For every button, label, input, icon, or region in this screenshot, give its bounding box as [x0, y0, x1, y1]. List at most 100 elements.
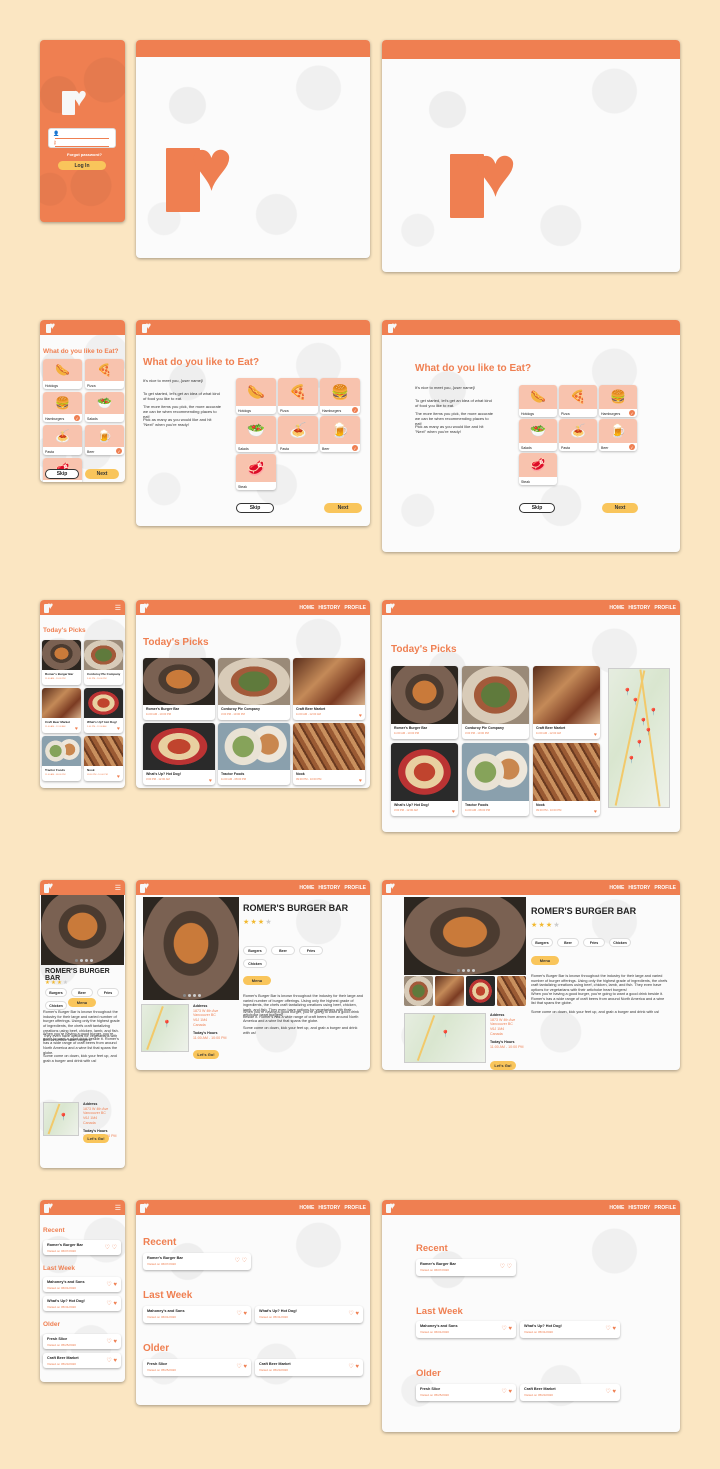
- restaurant-card[interactable]: What's Up? Hot Dog! 3:00 PM - 12:00 AM ♥: [391, 743, 458, 816]
- nav-profile[interactable]: PROFILE: [654, 605, 676, 611]
- restaurant-card[interactable]: Craft Beer Market 11:00 AM - 12:00 AM ♥: [533, 666, 600, 739]
- app-logo[interactable]: ♥: [44, 1201, 53, 1213]
- food-tile-steak[interactable]: 🥩 Steak: [519, 453, 557, 485]
- food-tile-hamburgers[interactable]: 🍔 Hamburgers ✓: [599, 385, 637, 417]
- history-item[interactable]: What's Up? Hot Dog! Visited on 05/31/2020…: [520, 1321, 620, 1338]
- history-actions[interactable]: ♡ ♥: [236, 1310, 247, 1317]
- history-actions[interactable]: ♡ ♡: [500, 1263, 512, 1270]
- app-logo[interactable]: ♥: [386, 601, 395, 613]
- restaurant-card[interactable]: What's Up? Hot Dog! 3:00 PM - 12:00 AM ♥: [143, 723, 215, 785]
- carousel-dots[interactable]: [183, 994, 201, 997]
- nav-profile[interactable]: PROFILE: [654, 885, 676, 891]
- food-tile-pasta[interactable]: 🍝 Pasta: [278, 416, 318, 452]
- restaurant-card[interactable]: Tractor Foods 11:00 AM - 08:00 PM: [462, 743, 529, 816]
- heart-icon[interactable]: ♥: [452, 809, 455, 815]
- app-logo[interactable]: ♥: [62, 84, 87, 115]
- nav-history[interactable]: HISTORY: [318, 1205, 340, 1211]
- food-tile-hamburgers[interactable]: 🍔 Hamburgers ✓: [43, 392, 82, 422]
- heart-icon[interactable]: ♥: [359, 713, 362, 719]
- history-actions[interactable]: ♡ ♡: [235, 1257, 247, 1264]
- food-tile-beer[interactable]: 🍺 Beer ✓: [320, 416, 360, 452]
- lets-go-button[interactable]: Let's Go!: [83, 1134, 109, 1143]
- skip-button[interactable]: Skip: [236, 503, 274, 513]
- skip-button[interactable]: Skip: [519, 503, 555, 513]
- next-button[interactable]: Next: [324, 503, 362, 513]
- nav-history[interactable]: HISTORY: [628, 605, 650, 611]
- nav-home[interactable]: HOME: [299, 1205, 314, 1211]
- app-logo[interactable]: ♥: [140, 601, 149, 613]
- heart-icon[interactable]: ♥: [359, 778, 362, 784]
- nav-home[interactable]: HOME: [609, 605, 624, 611]
- food-tile-salads[interactable]: 🥗 Salads: [236, 416, 276, 452]
- carousel-dots[interactable]: [457, 969, 475, 972]
- heart-icon[interactable]: ♥: [209, 778, 212, 784]
- nav-home[interactable]: HOME: [299, 885, 314, 891]
- restaurant-card[interactable]: Nook 09:00 PM - 10:00 PM ♥: [293, 723, 365, 785]
- app-logo[interactable]: ♥: [450, 136, 517, 218]
- heart-icon[interactable]: ♥: [594, 809, 597, 815]
- heart-icon[interactable]: ♥: [594, 732, 597, 738]
- nav-profile[interactable]: PROFILE: [344, 885, 366, 891]
- history-actions[interactable]: ♡ ♥: [236, 1363, 247, 1370]
- food-tile-pizza[interactable]: 🍕 Pizza: [559, 385, 597, 417]
- history-item[interactable]: Craft Beer Market Visited on 05/23/2020 ♡ …: [255, 1359, 363, 1376]
- menu-button[interactable]: Menu: [243, 976, 271, 985]
- history-item[interactable]: Craft Beer Market Visited on 05/23/2020 ♡ …: [520, 1383, 620, 1401]
- location-map[interactable]: 📍: [404, 1013, 486, 1063]
- restaurant-card[interactable]: Romer's Burger Bar 11:00 AM - 10:00 PM: [143, 658, 215, 720]
- app-logo[interactable]: ♥: [386, 1201, 395, 1213]
- food-tile-hotdogs[interactable]: 🌭 Hotdogs: [236, 378, 276, 414]
- map-pin-icon[interactable]: 📍: [631, 699, 640, 706]
- nav-profile[interactable]: PROFILE: [344, 1205, 366, 1211]
- history-actions[interactable]: ♡ ♥: [106, 1357, 117, 1364]
- history-item[interactable]: Romer's Burger Bar Visited on 06/07/2020 ♡…: [416, 1258, 516, 1276]
- food-tile-hotdogs[interactable]: 🌭 Hotdogs: [43, 359, 82, 389]
- app-logo[interactable]: ♥: [44, 601, 53, 613]
- skip-button[interactable]: Skip: [45, 469, 79, 479]
- map-pin-icon[interactable]: 📍: [623, 689, 632, 696]
- heart-icon[interactable]: ♥: [117, 774, 120, 780]
- history-item[interactable]: Romer's Burger Bar Visited on 06/07/2020 ♡…: [43, 1239, 121, 1255]
- menu-button[interactable]: Menu: [531, 956, 559, 965]
- food-tile-hamburgers[interactable]: 🍔 Hamburgers ✓: [320, 378, 360, 414]
- nav-home[interactable]: HOME: [609, 885, 624, 891]
- map-pin-icon[interactable]: 📍: [635, 741, 644, 748]
- hamburger-menu-icon[interactable]: ☰: [115, 605, 121, 612]
- food-tile-salads[interactable]: 🥗 Salads: [519, 419, 557, 451]
- history-actions[interactable]: ♡ ♥: [348, 1310, 359, 1317]
- history-item[interactable]: Romer's Burger Bar Visited on 06/07/2020 ♡…: [143, 1253, 251, 1270]
- history-actions[interactable]: ♡ ♥: [501, 1325, 512, 1332]
- food-tile-salads[interactable]: 🥗 Salads: [85, 392, 124, 422]
- map-pin-icon[interactable]: 📍: [644, 729, 653, 736]
- restaurant-card[interactable]: Romer's Burger Bar 11:00 AM - 10:00 PM: [42, 640, 81, 685]
- restaurant-card[interactable]: Romer's Burger Bar 11:00 AM - 10:00 PM: [391, 666, 458, 739]
- restaurant-card[interactable]: Corduroy Pie Company 3:00 PM - 10:00 PM: [84, 640, 123, 685]
- restaurant-card[interactable]: What's Up? Hot Dog! 3:00 PM - 12:00 AM ♥: [84, 688, 123, 733]
- history-actions[interactable]: ♡ ♥: [106, 1281, 117, 1288]
- history-item[interactable]: Mahoney's and Sons Visited on 06/01/2020 ♡…: [416, 1321, 516, 1338]
- location-map[interactable]: 📍: [43, 1102, 79, 1136]
- history-item[interactable]: What's Up? Hot Dog! Visited on 05/31/2020…: [43, 1296, 121, 1311]
- restaurant-card[interactable]: Nook 09:00 PM - 10:00 PM ♥: [84, 736, 123, 781]
- nav-home[interactable]: HOME: [609, 1205, 624, 1211]
- app-logo[interactable]: ♥: [140, 1201, 149, 1213]
- history-item[interactable]: Mahoney's and Sons Visited on 06/01/2020 ♡…: [143, 1306, 251, 1323]
- map-pin-icon[interactable]: 📍: [649, 709, 658, 716]
- location-map[interactable]: 📍: [141, 1004, 189, 1052]
- restaurant-card[interactable]: Craft Beer Market 11:00 AM - 12:00 AM ♥: [42, 688, 81, 733]
- thumbnail-photo[interactable]: [404, 976, 433, 1006]
- next-button[interactable]: Next: [85, 469, 119, 479]
- app-logo[interactable]: ♥: [386, 881, 395, 893]
- app-logo[interactable]: ♥: [46, 321, 55, 333]
- heart-icon[interactable]: ♥: [75, 726, 78, 732]
- food-tile-pasta[interactable]: 🍝 Pasta: [43, 425, 82, 455]
- nav-profile[interactable]: PROFILE: [654, 1205, 676, 1211]
- history-actions[interactable]: ♡ ♡: [105, 1244, 117, 1251]
- history-item[interactable]: Fresh Slice Visited on 05/25/2020 ♡ ♥: [143, 1359, 251, 1376]
- app-logo[interactable]: ♥: [166, 130, 233, 212]
- nav-history[interactable]: HISTORY: [628, 1205, 650, 1211]
- app-logo[interactable]: ♥: [44, 881, 53, 893]
- carousel-dots[interactable]: [74, 959, 93, 962]
- thumbnail-photo[interactable]: [466, 976, 495, 1006]
- nav-profile[interactable]: PROFILE: [344, 605, 366, 611]
